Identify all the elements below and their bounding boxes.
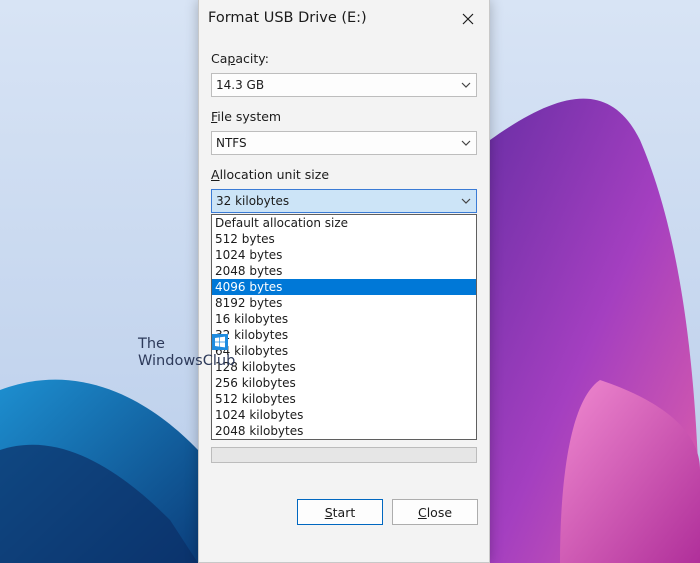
dialog-title: Format USB Drive (E:) — [208, 10, 367, 26]
chevron-down-icon — [461, 198, 471, 204]
close-button[interactable]: Close — [392, 499, 478, 525]
allocation-option[interactable]: 16 kilobytes — [212, 311, 476, 327]
capacity-value: 14.3 GB — [216, 78, 265, 92]
allocation-select[interactable]: 32 kilobytes — [211, 189, 477, 213]
allocation-option[interactable]: 64 kilobytes — [212, 343, 476, 359]
file-system-value: NTFS — [216, 136, 247, 150]
allocation-label: Allocation unit size — [211, 167, 330, 182]
file-system-label: File system — [211, 109, 282, 124]
allocation-option[interactable]: Default allocation size — [212, 215, 476, 231]
allocation-option[interactable]: 8192 bytes — [212, 295, 476, 311]
allocation-option[interactable]: 256 kilobytes — [212, 375, 476, 391]
allocation-option[interactable]: 2048 kilobytes — [212, 423, 476, 439]
allocation-value: 32 kilobytes — [216, 194, 290, 208]
capacity-select[interactable]: 14.3 GB — [211, 73, 477, 97]
allocation-option[interactable]: 1024 kilobytes — [212, 407, 476, 423]
allocation-option[interactable]: 2048 bytes — [212, 263, 476, 279]
allocation-option[interactable]: 128 kilobytes — [212, 359, 476, 375]
close-icon[interactable] — [455, 6, 481, 32]
windows-logo-icon — [212, 334, 228, 350]
allocation-option[interactable]: 32 kilobytes — [212, 327, 476, 343]
capacity-label: Capacity: — [211, 51, 269, 66]
allocation-option[interactable]: 512 kilobytes — [212, 391, 476, 407]
watermark-line2: WindowsClub — [138, 353, 236, 369]
allocation-option[interactable]: 4096 bytes — [212, 279, 476, 295]
chevron-down-icon — [461, 140, 471, 146]
chevron-down-icon — [461, 82, 471, 88]
format-dialog: Format USB Drive (E:) Capacity: 14.3 GB … — [198, 0, 490, 563]
format-progress-bar — [211, 447, 477, 463]
file-system-select[interactable]: NTFS — [211, 131, 477, 155]
allocation-option[interactable]: 1024 bytes — [212, 247, 476, 263]
allocation-dropdown-list[interactable]: Default allocation size 512 bytes 1024 byt… — [211, 214, 477, 440]
allocation-option[interactable]: 512 bytes — [212, 231, 476, 247]
start-button[interactable]: Start — [297, 499, 383, 525]
